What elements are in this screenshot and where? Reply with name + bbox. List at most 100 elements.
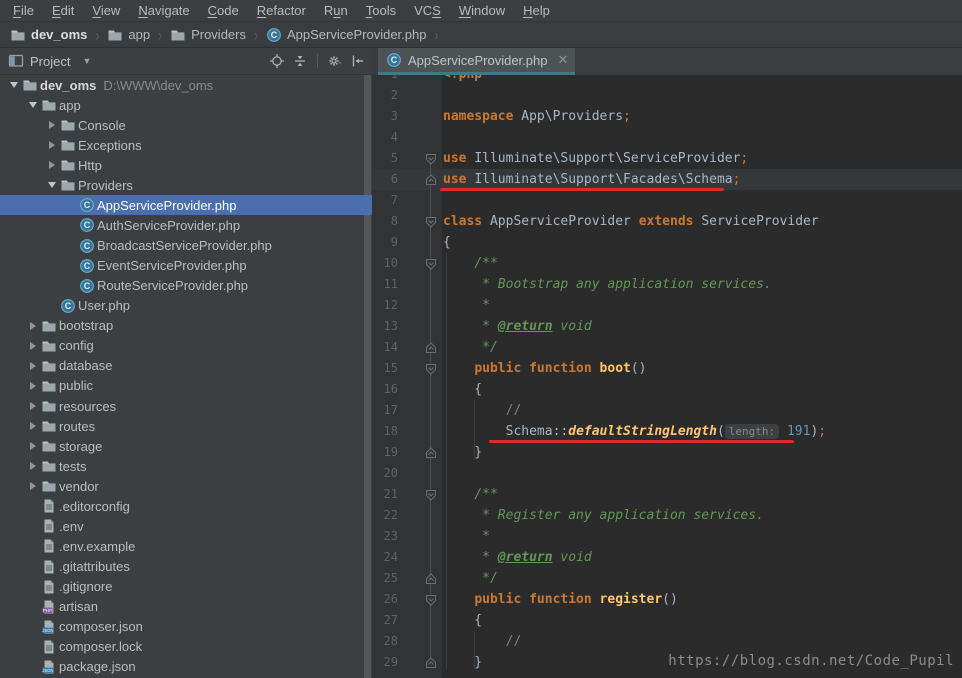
menu-vcs[interactable]: VCS [405, 0, 450, 22]
tree-item-user-php[interactable]: CUser.php [0, 296, 372, 316]
breadcrumb-appserviceprovider-php[interactable]: CAppServiceProvider.php [264, 27, 428, 43]
tree-item-console[interactable]: Console [0, 115, 372, 135]
tree-item-package-json[interactable]: JSONpackage.json [0, 657, 372, 677]
tree-item-eventserviceprovider-php[interactable]: CEventServiceProvider.php [0, 256, 372, 276]
code-line-11: 11 * Bootstrap any application services. [372, 274, 962, 295]
tree-item-app[interactable]: app [0, 95, 372, 115]
file-text-icon [41, 639, 59, 655]
collapsed-arrow-icon[interactable] [43, 141, 60, 149]
collapse-all-icon[interactable] [292, 53, 308, 69]
fold-up-icon[interactable] [425, 573, 437, 585]
tree-item--env[interactable]: .env [0, 516, 372, 536]
code-text: * [443, 295, 490, 316]
tree-item-exceptions[interactable]: Exceptions [0, 135, 372, 155]
code-text: { [443, 379, 482, 400]
code-line-18: 18 Schema::defaultStringLength(length: 1… [372, 421, 962, 442]
collapsed-arrow-icon[interactable] [24, 422, 41, 430]
tree-item-http[interactable]: Http [0, 155, 372, 175]
menu-window[interactable]: Window [450, 0, 514, 22]
tree-item-appserviceprovider-php[interactable]: CAppServiceProvider.php [0, 195, 372, 215]
tree-item-database[interactable]: database [0, 356, 372, 376]
tree-item-authserviceprovider-php[interactable]: CAuthServiceProvider.php [0, 215, 372, 235]
menu-refactor[interactable]: Refactor [248, 0, 315, 22]
expanded-arrow-icon[interactable] [5, 82, 22, 88]
collapsed-arrow-icon[interactable] [24, 482, 41, 490]
fold-down-icon[interactable] [425, 489, 437, 501]
tree-item--gitattributes[interactable]: .gitattributes [0, 557, 372, 577]
collapsed-arrow-icon[interactable] [24, 402, 41, 410]
collapsed-arrow-icon[interactable] [43, 121, 60, 129]
close-icon[interactable]: ✕ [557, 52, 568, 68]
tree-item-tests[interactable]: tests [0, 456, 372, 476]
breadcrumb-app[interactable]: app [105, 27, 152, 43]
fold-down-icon[interactable] [425, 216, 437, 228]
collapsed-arrow-icon[interactable] [24, 462, 41, 470]
collapsed-arrow-icon[interactable] [24, 342, 41, 350]
fold-down-icon[interactable] [425, 258, 437, 270]
line-number: 20 [372, 463, 398, 484]
tree-item-dev-oms[interactable]: dev_omsD:\WWW\dev_oms [0, 75, 372, 95]
menu-tools[interactable]: Tools [357, 0, 405, 22]
code-editor[interactable]: https://blog.csdn.net/Code_Pupil 1<?php2… [372, 75, 962, 678]
tree-item-composer-lock[interactable]: composer.lock [0, 637, 372, 657]
code-line-5: 5 use Illuminate\Support\ServiceProvider; [372, 148, 962, 169]
folder-icon [10, 27, 26, 43]
tree-item--env-example[interactable]: .env.example [0, 536, 372, 556]
tree-item--editorconfig[interactable]: .editorconfig [0, 496, 372, 516]
tree-item-providers[interactable]: Providers [0, 175, 372, 195]
tree-item-composer-json[interactable]: JSONcomposer.json [0, 617, 372, 637]
code-text: */ [443, 568, 498, 589]
svg-text:C: C [271, 30, 278, 40]
fold-up-icon[interactable] [425, 342, 437, 354]
code-line-15: 15 public function boot() [372, 358, 962, 379]
breadcrumb-providers[interactable]: Providers [168, 27, 248, 43]
fold-up-icon[interactable] [425, 657, 437, 669]
chevron-down-icon[interactable]: ▼ [82, 56, 91, 66]
fold-down-icon[interactable] [425, 363, 437, 375]
menu-run[interactable]: Run [315, 0, 357, 22]
code-line-23: 23 * [372, 526, 962, 547]
tree-item-routes[interactable]: routes [0, 416, 372, 436]
line-number: 22 [372, 505, 398, 526]
collapsed-arrow-icon[interactable] [24, 442, 41, 450]
tree-item-routeserviceprovider-php[interactable]: CRouteServiceProvider.php [0, 276, 372, 296]
menu-file[interactable]: File [4, 0, 43, 22]
fold-down-icon[interactable] [425, 594, 437, 606]
tree-item-public[interactable]: public [0, 376, 372, 396]
tree-item-config[interactable]: config [0, 336, 372, 356]
tree-item-artisan[interactable]: PHPartisan [0, 597, 372, 617]
collapsed-arrow-icon[interactable] [24, 382, 41, 390]
locate-icon[interactable] [269, 53, 285, 69]
line-number: 8 [372, 211, 398, 232]
expanded-arrow-icon[interactable] [24, 102, 41, 108]
menu-help[interactable]: Help [514, 0, 559, 22]
code-line-25: 25 */ [372, 568, 962, 589]
fold-up-icon[interactable] [425, 447, 437, 459]
code-text: * Register any application services. [443, 505, 764, 526]
code-text: use Illuminate\Support\ServiceProvider; [443, 148, 748, 169]
tree-item-resources[interactable]: resources [0, 396, 372, 416]
tree-item-storage[interactable]: storage [0, 436, 372, 456]
tree-item-broadcastserviceprovider-php[interactable]: CBroadcastServiceProvider.php [0, 236, 372, 256]
project-panel-header: Project ▼ [0, 48, 372, 75]
fold-down-icon[interactable] [425, 153, 437, 165]
tree-item-vendor[interactable]: vendor [0, 476, 372, 496]
folder-icon [41, 438, 59, 454]
menu-navigate[interactable]: Navigate [129, 0, 198, 22]
collapsed-arrow-icon[interactable] [43, 161, 60, 169]
hide-icon[interactable] [350, 53, 366, 69]
breadcrumb-dev-oms[interactable]: dev_oms [8, 27, 89, 43]
fold-up-icon[interactable] [425, 174, 437, 186]
editor-tab-appserviceprovider[interactable]: C AppServiceProvider.php ✕ [378, 48, 575, 75]
expanded-arrow-icon[interactable] [43, 182, 60, 188]
collapsed-arrow-icon[interactable] [24, 362, 41, 370]
settings-icon[interactable] [327, 53, 343, 69]
tree-item-bootstrap[interactable]: bootstrap [0, 316, 372, 336]
tree-item--gitignore[interactable]: .gitignore [0, 577, 372, 597]
menu-edit[interactable]: Edit [43, 0, 83, 22]
menu-view[interactable]: View [83, 0, 129, 22]
menu-code[interactable]: Code [199, 0, 248, 22]
line-number: 5 [372, 148, 398, 169]
collapsed-arrow-icon[interactable] [24, 322, 41, 330]
code-line-3: 3namespace App\Providers; [372, 106, 962, 127]
